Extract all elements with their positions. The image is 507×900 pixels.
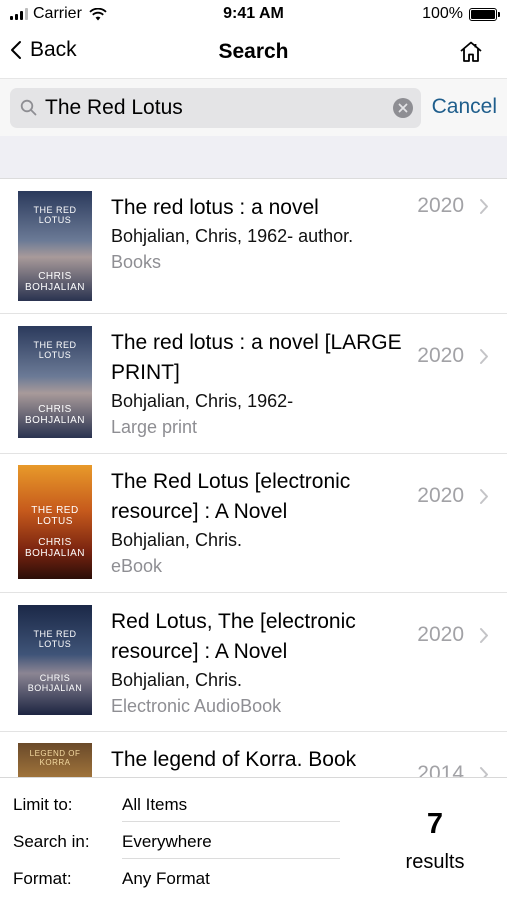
- result-year: 2020: [417, 194, 464, 217]
- section-header: [0, 136, 507, 179]
- results-count-label: results: [405, 851, 465, 873]
- home-icon: [460, 41, 482, 62]
- search-input[interactable]: [45, 88, 385, 128]
- result-title: The red lotus : a novel: [111, 196, 319, 219]
- book-cover-image: THE RED LOTUS CHRIS BOHJALIAN: [18, 465, 92, 579]
- chevron-right-icon: [480, 199, 488, 214]
- chevron-right-icon: [480, 489, 488, 504]
- list-item[interactable]: LEGEND OF KORRA The legend of Korra. Boo…: [0, 732, 507, 777]
- status-bar: Carrier 9:41 AM 100%: [0, 0, 507, 30]
- limit-label: Limit to:: [13, 795, 73, 814]
- result-format: eBook: [111, 556, 163, 576]
- book-cover-image: LEGEND OF KORRA: [18, 743, 92, 777]
- result-format: Large print: [111, 417, 198, 437]
- result-author: Bohjalian, Chris, 1962- author.: [111, 226, 354, 246]
- result-year: 2020: [417, 623, 464, 646]
- cancel-button[interactable]: Cancel: [432, 95, 497, 119]
- close-icon: [398, 103, 408, 113]
- book-cover-image: THE RED LOTUS CHRIS BOHJALIAN: [18, 326, 92, 438]
- page-title: Search: [218, 40, 289, 63]
- home-button[interactable]: [459, 40, 483, 69]
- format-label: Format:: [13, 869, 72, 888]
- list-item[interactable]: THE RED LOTUS CHRIS BOHJALIAN The red lo…: [0, 179, 507, 314]
- book-cover-image: THE RED LOTUS CHRIS BOHJALIAN: [18, 605, 92, 715]
- result-year: 2014: [417, 762, 464, 777]
- chevron-right-icon: [480, 767, 488, 777]
- divider: [122, 858, 340, 859]
- battery-percent: 100%: [422, 5, 463, 22]
- clear-search-icon[interactable]: [393, 98, 413, 118]
- results-list[interactable]: THE RED LOTUS CHRIS BOHJALIAN The red lo…: [0, 179, 507, 777]
- result-format: Books: [111, 252, 162, 272]
- list-item[interactable]: THE RED LOTUS CHRIS BOHJALIAN The Red Lo…: [0, 454, 507, 593]
- list-item[interactable]: THE RED LOTUS CHRIS BOHJALIAN The red lo…: [0, 314, 507, 454]
- result-title: The red lotus : a novel [LARGE PRINT]: [111, 331, 402, 384]
- result-year: 2020: [417, 484, 464, 507]
- format-value[interactable]: Any Format: [122, 869, 210, 889]
- chevron-right-icon: [480, 349, 488, 364]
- book-cover-image: THE RED LOTUS CHRIS BOHJALIAN: [18, 191, 92, 301]
- divider: [122, 821, 340, 822]
- list-item[interactable]: THE RED LOTUS CHRIS BOHJALIAN Red Lotus,…: [0, 593, 507, 732]
- search-bar: Cancel: [0, 78, 507, 136]
- result-author: Bohjalian, Chris.: [111, 530, 243, 550]
- result-title: The legend of Korra. Book: [111, 748, 357, 771]
- search-in-label: Search in:: [13, 832, 90, 851]
- search-filters-footer: Limit to: All Items Search in: Everywher…: [0, 777, 507, 900]
- result-author: Bohjalian, Chris, 1962-: [111, 391, 294, 411]
- limit-value[interactable]: All Items: [122, 795, 187, 815]
- result-title: Red Lotus, The [electronic resource] : A…: [111, 610, 356, 663]
- search-in-value[interactable]: Everywhere: [122, 832, 212, 852]
- result-author: Bohjalian, Chris.: [111, 670, 243, 690]
- battery-icon: [469, 7, 500, 21]
- result-format: Electronic AudioBook: [111, 696, 282, 716]
- result-year: 2020: [417, 344, 464, 367]
- status-right: 100%: [422, 5, 500, 23]
- chevron-right-icon: [480, 628, 488, 643]
- results-count: 7: [426, 808, 444, 840]
- navigation-bar: Back Search: [0, 30, 507, 78]
- result-title: The Red Lotus [electronic resource] : A …: [111, 470, 351, 523]
- search-field-container[interactable]: [10, 88, 421, 128]
- search-icon: [20, 99, 37, 116]
